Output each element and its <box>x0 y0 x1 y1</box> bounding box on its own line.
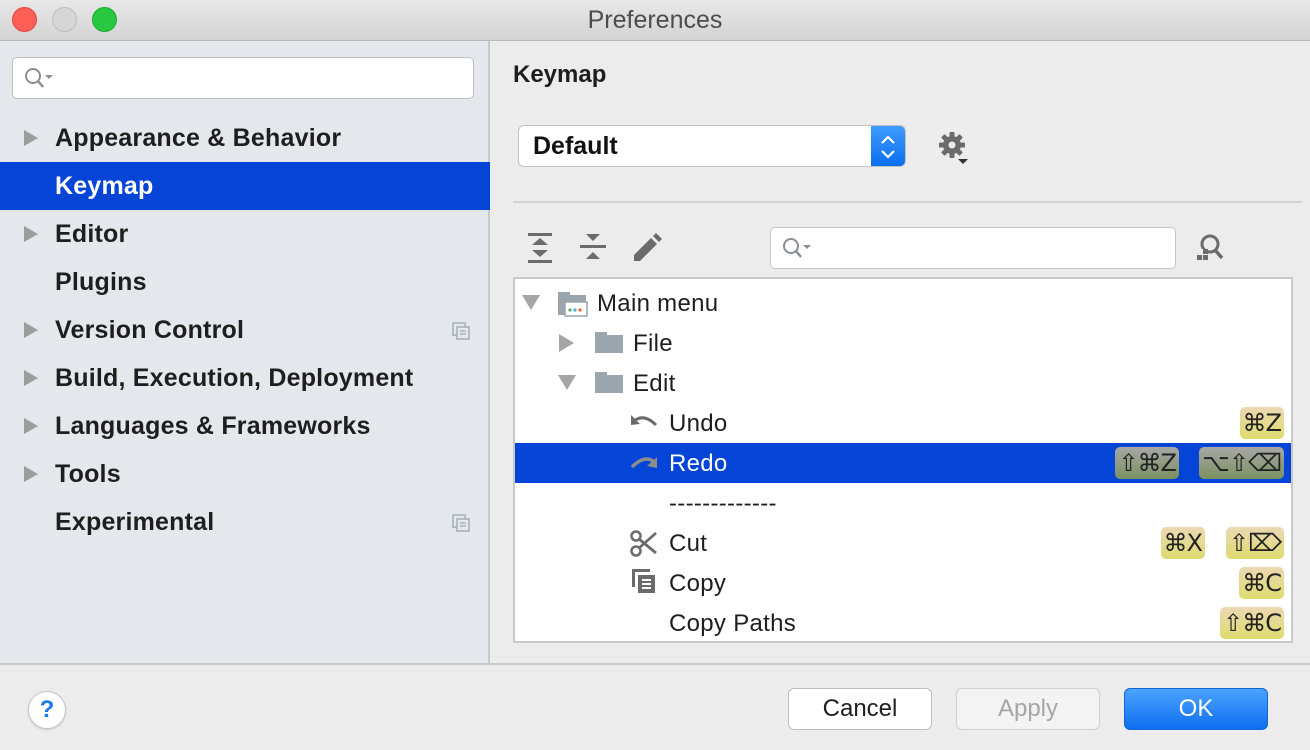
help-button[interactable]: ? <box>28 691 66 729</box>
expand-arrow-icon[interactable] <box>24 418 38 434</box>
preferences-window: Preferences Appearance & Behavior Keymap… <box>0 0 1310 750</box>
search-icon <box>783 238 811 258</box>
dialog-footer: ? Cancel Apply OK <box>0 663 1310 750</box>
pencil-icon[interactable] <box>630 231 662 265</box>
redo-icon <box>630 457 657 469</box>
sidebar-item-keymap[interactable]: Keymap <box>0 162 490 210</box>
main-menu-icon <box>558 292 588 317</box>
folder-icon <box>595 372 623 393</box>
tree-row-copy-paths[interactable]: Copy Paths ⇧⌘C <box>515 603 1291 641</box>
shortcut-badge: ⌘Z <box>1239 407 1284 439</box>
tree-row-cut[interactable]: Cut ⌘X ⇧⌦ <box>515 523 1291 563</box>
find-by-shortcut-icon[interactable] <box>1192 231 1228 267</box>
expand-arrow-icon[interactable] <box>24 226 38 242</box>
settings-sidebar: Appearance & Behavior Keymap Editor Plug… <box>0 41 490 663</box>
sidebar-item-appearance-behavior[interactable]: Appearance & Behavior <box>0 114 490 162</box>
sidebar-item-plugins[interactable]: Plugins <box>0 258 490 306</box>
gear-icon[interactable] <box>936 131 972 167</box>
expand-arrow-icon[interactable] <box>24 322 38 338</box>
sidebar-item-label: Appearance & Behavior <box>55 123 342 152</box>
expand-arrow-icon[interactable] <box>559 334 574 352</box>
window-title: Preferences <box>587 6 723 34</box>
expand-arrow-icon[interactable] <box>24 370 38 386</box>
folder-icon <box>595 332 623 353</box>
tree-row-separator: ------------- <box>515 483 1291 523</box>
shortcut-badge: ⇧⌦ <box>1225 527 1284 559</box>
action-search-input[interactable] <box>770 227 1176 269</box>
tree-row-label: File <box>633 330 673 357</box>
collapse-all-icon[interactable] <box>578 231 610 265</box>
undo-icon <box>631 415 658 427</box>
tree-row-label: Copy <box>669 570 727 597</box>
sidebar-item-experimental[interactable]: Experimental <box>0 498 490 546</box>
keymap-scheme-select[interactable]: Default <box>518 125 906 167</box>
settings-search-input[interactable] <box>12 57 474 99</box>
tree-row-redo[interactable]: Redo ⇧⌘Z ⌥⇧⌫ <box>515 443 1291 483</box>
apply-button[interactable]: Apply <box>956 688 1100 730</box>
sidebar-item-tools[interactable]: Tools <box>0 450 490 498</box>
cancel-button[interactable]: Cancel <box>788 688 932 730</box>
tree-row-label: Redo <box>669 450 728 477</box>
sidebar-item-label: Build, Execution, Deployment <box>55 363 414 392</box>
sidebar-item-label: Editor <box>55 219 129 248</box>
tree-row-label: Copy Paths <box>669 610 797 637</box>
title-bar: Preferences <box>0 0 1310 41</box>
page-title: Keymap <box>513 61 607 88</box>
select-stepper[interactable] <box>871 126 905 166</box>
shortcut-badge: ⇧⌘C <box>1220 607 1284 639</box>
sidebar-item-label: Experimental <box>55 507 215 536</box>
expand-arrow-icon[interactable] <box>24 130 38 146</box>
shortcut-badge: ⌘C <box>1239 567 1284 599</box>
tree-row-copy[interactable]: Copy ⌘C <box>515 563 1291 603</box>
shortcut-badge: ⌥⇧⌫ <box>1199 447 1284 479</box>
search-icon <box>25 68 53 88</box>
expand-all-icon[interactable] <box>526 231 558 265</box>
project-level-icon <box>452 322 470 340</box>
keymap-action-tree[interactable]: Main menu File Edit Undo ⌘Z Redo ⇧⌘Z ⌥⇧⌫… <box>513 277 1293 643</box>
tree-row-main-menu[interactable]: Main menu <box>515 283 1291 323</box>
sidebar-item-version-control[interactable]: Version Control <box>0 306 490 354</box>
sidebar-item-languages-frameworks[interactable]: Languages & Frameworks <box>0 402 490 450</box>
shortcut-badge: ⇧⌘Z <box>1115 447 1179 479</box>
collapse-arrow-icon[interactable] <box>558 375 576 390</box>
sidebar-item-label: Languages & Frameworks <box>55 411 371 440</box>
copy-icon <box>632 569 655 593</box>
project-level-icon <box>452 514 470 532</box>
keymap-panel: Keymap Default Main menu File Edit Undo … <box>492 41 1310 663</box>
separator-label: ------------- <box>669 490 777 517</box>
scissors-icon <box>630 530 657 557</box>
tree-row-undo[interactable]: Undo ⌘Z <box>515 403 1291 443</box>
tree-row-label: Main menu <box>597 290 719 317</box>
expand-arrow-icon[interactable] <box>24 466 38 482</box>
divider <box>513 201 1302 203</box>
chevron-up-down-icon <box>881 135 895 159</box>
tree-row-label: Cut <box>669 530 708 557</box>
sidebar-item-label: Version Control <box>55 315 245 344</box>
keymap-scheme-value: Default <box>533 132 618 160</box>
sidebar-item-build-execution-deployment[interactable]: Build, Execution, Deployment <box>0 354 490 402</box>
sidebar-item-label: Plugins <box>55 267 147 296</box>
shortcut-badge: ⌘X <box>1160 527 1205 559</box>
tree-row-label: Edit <box>633 370 676 397</box>
ok-button[interactable]: OK <box>1124 688 1268 730</box>
tree-row-label: Undo <box>669 410 728 437</box>
sidebar-item-label: Tools <box>55 459 121 488</box>
collapse-arrow-icon[interactable] <box>522 295 540 310</box>
sidebar-item-editor[interactable]: Editor <box>0 210 490 258</box>
tree-row-file[interactable]: File <box>515 323 1291 363</box>
tree-row-edit[interactable]: Edit <box>515 363 1291 403</box>
sidebar-item-label: Keymap <box>55 171 154 200</box>
